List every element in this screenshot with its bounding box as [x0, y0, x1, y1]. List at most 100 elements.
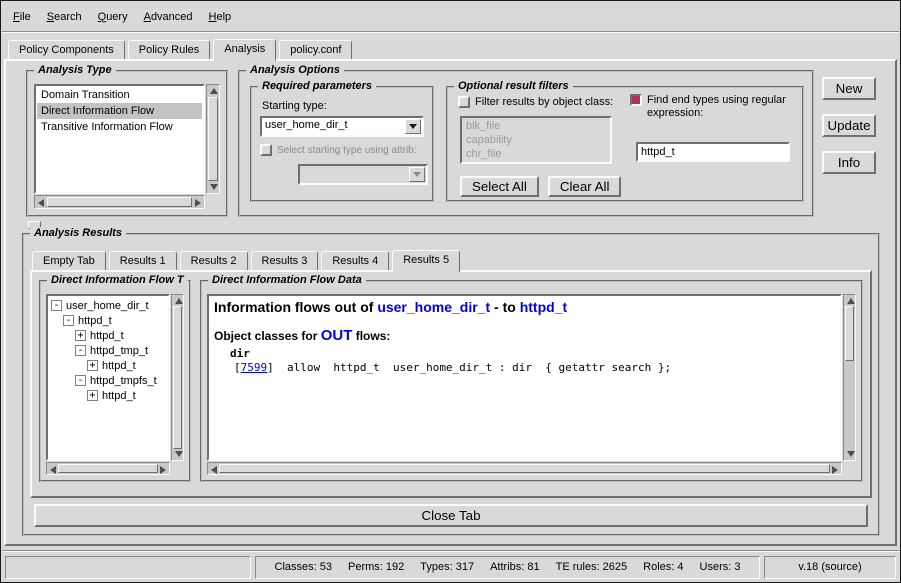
tree-node[interactable]: - user_home_dir_t: [48, 298, 168, 313]
list-item-direct-information-flow[interactable]: Direct Information Flow: [37, 103, 202, 119]
menu-file[interactable]: File: [5, 8, 39, 26]
object-class-checkbox[interactable]: [458, 96, 470, 108]
stat-users: Users: 3: [700, 561, 741, 573]
tree-expander-icon[interactable]: +: [87, 360, 98, 371]
optional-result-filters-title: Optional result filters: [454, 80, 573, 92]
stat-attribs: Attribs: 81: [490, 561, 540, 573]
analysis-page: Analysis Type Domain Transition Direct I…: [4, 59, 897, 546]
rule-number-link[interactable]: 7599: [241, 361, 268, 374]
tree-node[interactable]: + httpd_t: [48, 358, 168, 373]
analysis-options-title: Analysis Options: [246, 64, 344, 76]
stat-types: Types: 317: [420, 561, 474, 573]
tab-results-2[interactable]: Results 2: [180, 251, 248, 270]
close-tab-button[interactable]: Close Tab: [34, 504, 868, 527]
regex-checkbox-row[interactable]: Find end types using regular expression:: [630, 94, 802, 120]
tab-results-4[interactable]: Results 4: [321, 251, 389, 270]
clear-all-button[interactable]: Clear All: [548, 176, 622, 197]
analysis-type-title: Analysis Type: [34, 64, 116, 76]
tree-node-label[interactable]: httpd_t: [102, 360, 136, 372]
select-all-button[interactable]: Select All: [460, 176, 539, 197]
flow-data-frame: Direct Information Flow Data Information…: [200, 280, 863, 482]
regex-checkbox[interactable]: [630, 94, 642, 106]
source-type: user_home_dir_t: [377, 299, 490, 315]
tree-expander-icon[interactable]: +: [75, 330, 86, 341]
starting-type-value: user_home_dir_t: [262, 118, 404, 135]
tree-node-label[interactable]: httpd_t: [90, 330, 124, 342]
scrollbar-thumb[interactable]: [219, 464, 830, 473]
tree-expander-icon[interactable]: -: [63, 315, 74, 326]
new-button[interactable]: New: [822, 77, 876, 100]
tree-expander-icon[interactable]: -: [75, 375, 86, 386]
version-panel: v.18 (source): [764, 556, 896, 579]
stat-te-rules: TE rules: 2625: [556, 561, 628, 573]
tab-policy-conf[interactable]: policy.conf: [279, 40, 352, 59]
flow-tree[interactable]: - user_home_dir_t - httpd_t + httpd_t: [46, 294, 170, 461]
tab-policy-components[interactable]: Policy Components: [8, 40, 125, 59]
status-separator: [2, 550, 899, 552]
object-class-name: dir: [230, 347, 835, 360]
tree-node-label[interactable]: httpd_t: [78, 315, 112, 327]
menu-advanced[interactable]: Advanced: [136, 8, 201, 26]
scrollbar-thumb[interactable]: [173, 306, 182, 449]
attrib-checkbox-row[interactable]: Select starting type using attrib:: [260, 144, 417, 156]
scrollbar-thumb[interactable]: [208, 97, 218, 181]
info-button[interactable]: Info: [822, 151, 876, 174]
tab-analysis[interactable]: Analysis: [213, 39, 276, 61]
tree-node[interactable]: + httpd_t: [48, 328, 168, 343]
tree-expander-icon[interactable]: -: [51, 300, 62, 311]
flow-data-text[interactable]: Information flows out of user_home_dir_t…: [207, 294, 842, 461]
list-item-domain-transition[interactable]: Domain Transition: [37, 87, 202, 103]
object-class-item: capability: [466, 133, 606, 147]
flow-tree-frame: Direct Information Flow T - user_home_di…: [39, 280, 191, 482]
menu-query[interactable]: Query: [90, 8, 136, 26]
flow-tree-frame-title: Direct Information Flow T: [47, 274, 188, 286]
apol-window: File Search Query Advanced Help Policy C…: [0, 0, 901, 583]
tab-results-5[interactable]: Results 5: [392, 250, 460, 272]
attrib-combobox: [298, 164, 428, 185]
tab-results-1[interactable]: Results 1: [109, 251, 177, 270]
tree-expander-icon[interactable]: -: [75, 345, 86, 356]
scrollbar-thumb[interactable]: [58, 464, 158, 473]
menu-search[interactable]: Search: [39, 8, 90, 26]
tab-results-3[interactable]: Results 3: [251, 251, 319, 270]
attrib-checkbox[interactable]: [260, 144, 272, 156]
analysis-results-title: Analysis Results: [30, 227, 126, 239]
tree-node[interactable]: - httpd_tmpfs_t: [48, 373, 168, 388]
horizontal-scrollbar[interactable]: [34, 195, 205, 209]
object-class-item: chr_file: [466, 147, 606, 161]
tree-node-label[interactable]: httpd_t: [102, 390, 136, 402]
analysis-type-listbox[interactable]: Domain Transition Direct Information Flo…: [34, 84, 205, 194]
te-rule-line: [7599] allow httpd_t user_home_dir_t : d…: [234, 361, 835, 374]
object-classes-line: Object classes for OUT flows:: [214, 327, 835, 344]
tree-node[interactable]: + httpd_t: [48, 388, 168, 403]
tab-empty-tab[interactable]: Empty Tab: [32, 251, 106, 270]
menu-separator: [2, 31, 899, 33]
scrollbar-thumb[interactable]: [845, 306, 854, 361]
scrollbar-thumb[interactable]: [47, 197, 192, 207]
tree-expander-icon[interactable]: +: [87, 390, 98, 401]
attrib-checkbox-label: Select starting type using attrib:: [277, 145, 417, 156]
vertical-scrollbar[interactable]: [206, 84, 220, 194]
vertical-scrollbar[interactable]: [171, 294, 184, 461]
menu-help[interactable]: Help: [201, 8, 240, 26]
tree-node-label[interactable]: user_home_dir_t: [66, 300, 149, 312]
vertical-scrollbar[interactable]: [843, 294, 856, 461]
horizontal-scrollbar[interactable]: [46, 462, 170, 475]
update-button[interactable]: Update: [822, 114, 876, 137]
regex-input[interactable]: [636, 142, 790, 162]
dropdown-arrow-icon[interactable]: [405, 119, 421, 134]
object-class-checkbox-row[interactable]: Filter results by object class:: [458, 96, 613, 108]
flow-data-frame-title: Direct Information Flow Data: [208, 274, 366, 286]
required-parameters-title: Required parameters: [258, 80, 376, 92]
tree-node-label[interactable]: httpd_tmp_t: [90, 345, 148, 357]
tree-node[interactable]: - httpd_t: [48, 313, 168, 328]
object-class-item: blk_file: [466, 119, 606, 133]
tree-node[interactable]: - httpd_tmp_t: [48, 343, 168, 358]
starting-type-combobox[interactable]: user_home_dir_t: [260, 116, 424, 137]
tree-node-label[interactable]: httpd_tmpfs_t: [90, 375, 157, 387]
policy-stats-panel: Classes: 53Perms: 192Types: 317Attribs: …: [255, 556, 760, 579]
menu-bar: File Search Query Advanced Help: [5, 3, 896, 30]
tab-policy-rules[interactable]: Policy Rules: [128, 40, 211, 59]
horizontal-scrollbar[interactable]: [207, 462, 842, 475]
list-item-transitive-information-flow[interactable]: Transitive Information Flow: [37, 119, 202, 135]
